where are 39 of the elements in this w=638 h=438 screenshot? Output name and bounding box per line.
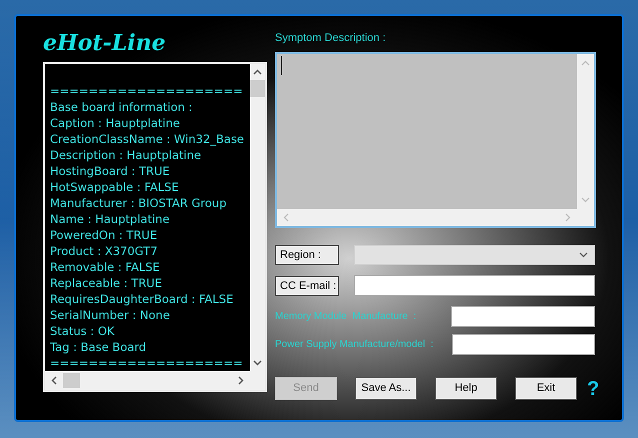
scroll-left-icon[interactable] [51, 376, 57, 385]
info-line: Description : Hauptplatine [50, 147, 202, 163]
info-line: PoweredOn : TRUE [50, 227, 158, 243]
info-line: Base board information : [50, 99, 192, 115]
info-line: ==================== [50, 355, 243, 371]
scroll-thumb[interactable] [250, 80, 265, 97]
cc-email-field[interactable] [354, 275, 595, 296]
info-line: SerialNumber : None [50, 307, 170, 323]
info-line: HotSwappable : FALSE [50, 179, 179, 195]
info-line: CreationClassName : Win32_Base [50, 131, 244, 147]
info-line: Removable : FALSE [50, 259, 160, 275]
dialog-button[interactable]: Save As... [355, 377, 417, 400]
scroll-right-icon[interactable] [238, 376, 244, 385]
info-line: Status : OK [50, 323, 114, 339]
info-line: ==================== [50, 83, 243, 99]
info-line: Caption : Hauptplatine [50, 115, 180, 131]
cc-email-label: CC E-mail : [275, 276, 339, 296]
info-line: Tag : Base Board [50, 339, 146, 355]
power-supply-field[interactable] [452, 334, 595, 355]
info-line: Product : X370GT7 [50, 243, 158, 259]
symptom-label: Symptom Description : [275, 31, 386, 45]
text-cursor [281, 56, 282, 75]
dialog-button[interactable]: Exit [515, 377, 577, 400]
scroll-thumb[interactable] [63, 373, 80, 388]
info-line: Replaceable : TRUE [50, 275, 162, 291]
info-line: RequiresDaughterBoard : FALSE [50, 291, 234, 307]
power-supply-label: Power Supply Manufacture/model : [275, 338, 434, 352]
dropdown-caret-icon[interactable] [579, 252, 588, 258]
info-line: Manufacturer : BIOSTAR Group [50, 195, 227, 211]
info-line: HostingBoard : TRUE [50, 163, 170, 179]
help-link[interactable]: ? [587, 378, 600, 400]
app-title: eHot-Line [43, 29, 166, 58]
memory-manufacturer-field[interactable] [451, 306, 595, 327]
memory-manufacturer-label: Memory Module Manufacture : [275, 310, 418, 324]
info-line: Name : Hauptplatine [50, 211, 170, 227]
scroll-down-icon[interactable] [253, 360, 262, 366]
region-label: Region : [275, 245, 339, 265]
scroll-up-icon[interactable] [253, 69, 262, 75]
dialog-button[interactable]: Help [435, 377, 497, 400]
